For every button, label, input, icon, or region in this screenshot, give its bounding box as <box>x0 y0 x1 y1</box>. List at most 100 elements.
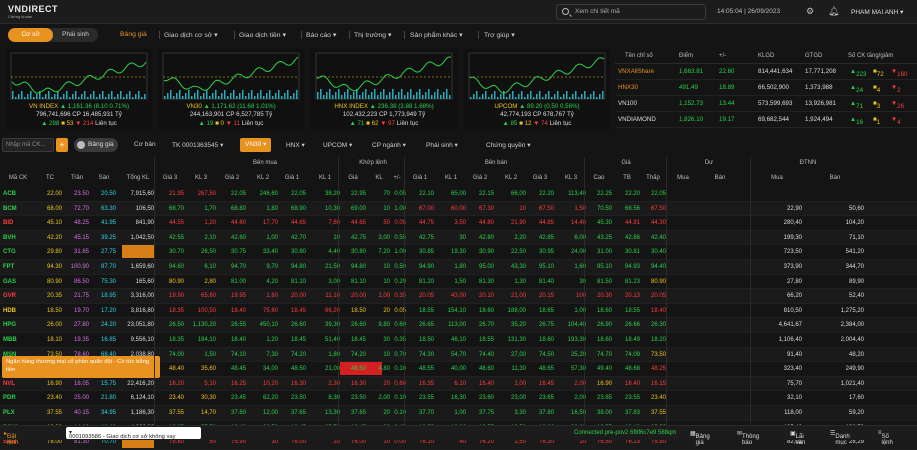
user-menu[interactable]: PHAM MAI ANH ▾ <box>851 8 903 16</box>
footer-so-lenh[interactable]: ≡ Số lệnh <box>878 430 893 446</box>
table-row[interactable]: BVH 42.20 45.15 39.25 1,042,50 42.55 2,10 42.60… <box>0 230 917 246</box>
column-header[interactable]: KL <box>368 175 390 181</box>
table-row[interactable]: GAS 80.90 86.50 75.30 165,60 80.90 2,80 81.00 4,… <box>0 275 917 290</box>
column-header[interactable]: Giá 3 <box>526 175 554 181</box>
account-select[interactable]: 0001093586 - Giao dịch cơ sở không vay ▾ <box>66 427 201 440</box>
table-row[interactable]: PDR 23.40 25.00 21.80 6,124,10 23.40 30,30 23.4… <box>0 391 917 406</box>
column-header[interactable]: KL 2 <box>248 175 278 181</box>
table-row[interactable]: GVR 20.35 21.75 18.95 3,316,00 19.90 65,60 19.9… <box>0 289 917 304</box>
column-header[interactable]: TC <box>38 175 62 181</box>
column-header[interactable]: Giá 2 <box>218 175 246 181</box>
cell: 44.60 <box>230 220 246 227</box>
menu-thi-truong[interactable]: Thị trường ▾ <box>354 31 391 39</box>
column-header[interactable]: KL 3 <box>186 175 216 181</box>
symbol-cell[interactable]: FPT <box>3 264 33 270</box>
menu-bang-gia[interactable]: Bảng giá <box>120 31 147 38</box>
table-row[interactable]: HPG 26.00 27.80 24.20 23,051,80 26.50 1,130,20… <box>0 318 917 333</box>
tab-co-ban[interactable]: Cơ bản <box>134 141 156 148</box>
symbol-cell[interactable]: HDB <box>3 308 33 314</box>
symbol-cell[interactable]: CTG <box>3 249 33 255</box>
search-input[interactable]: Xem chi tiết mã <box>556 4 706 20</box>
column-header[interactable]: Giá 1 <box>406 175 434 181</box>
market-switch[interactable]: Cơ sở Phái sinh <box>8 28 98 42</box>
index-chart-0[interactable]: VN INDEX ▲ 1,161.36 (8.10 0.71%) 796,741… <box>6 49 152 131</box>
board-toggle[interactable]: Bảng giá <box>74 138 118 152</box>
tab-upcom[interactable]: UPCOM ▾ <box>323 141 352 149</box>
column-header[interactable]: Sàn <box>92 175 116 181</box>
cell: 34,00 <box>262 366 278 373</box>
tab-phai-sinh[interactable]: Phái sinh <box>53 28 98 42</box>
cell: 18.60 <box>596 307 612 314</box>
place-order-button[interactable]: ▸ Đặt lệnh <box>4 430 18 446</box>
table-row[interactable]: CTG 29.80 31.85 27.75 30.70 26,50 30.75 33,40 30… <box>0 245 917 260</box>
menu-giao-dich-co-so[interactable]: Giao dịch cơ sở ▾ <box>164 31 218 39</box>
column-header[interactable]: KL 2 <box>496 175 526 181</box>
column-header[interactable]: KL 1 <box>310 175 340 181</box>
table-row[interactable]: ACB 22.00 23.50 20.50 7,915,60 21.95 267,50 22.… <box>0 187 917 202</box>
column-header[interactable]: KL 1 <box>436 175 466 181</box>
symbol-cell[interactable]: HPG <box>3 322 33 328</box>
tab-chung-quyen[interactable]: Chứng quyền ▾ <box>486 141 530 149</box>
column-header[interactable]: Mua <box>668 175 698 181</box>
table-row[interactable]: HDB 18.50 19.70 17.20 3,816,80 18.35 100,50 18.… <box>0 304 917 319</box>
column-header[interactable]: Giá 3 <box>156 175 184 181</box>
index-row[interactable]: HNX30 491.49 18.89 66,502,900 1,373,988 … <box>615 81 917 96</box>
symbol-cell[interactable]: GAS <box>3 279 33 285</box>
tab-co-so[interactable]: Cơ sở <box>8 28 53 42</box>
column-header[interactable]: Cao <box>586 175 612 181</box>
index-row[interactable]: VNXAllShare 1,663.81 22.60 814,441,634 1… <box>615 65 917 80</box>
gear-icon[interactable]: ⚙ <box>806 7 814 16</box>
table-row[interactable]: NVL 16.90 18.05 15.75 22,416,20 16.20 5,10 16.2… <box>0 376 917 392</box>
column-header[interactable]: Bán <box>806 175 864 181</box>
tab-hnx[interactable]: HNX ▾ <box>286 141 305 149</box>
symbol-cell[interactable]: PDR <box>3 395 33 401</box>
menu-san-pham-khac[interactable]: Sản phẩm khác ▾ <box>410 31 463 39</box>
column-header[interactable]: TB <box>614 175 640 181</box>
symbol-cell[interactable]: BCM <box>3 206 33 212</box>
menu-bao-cao[interactable]: Báo cáo ▾ <box>306 31 336 39</box>
column-header[interactable]: Trần <box>65 175 89 181</box>
logo[interactable]: VNDIRECT Chứng khoán <box>8 4 58 19</box>
symbol-cell[interactable]: NVL <box>3 381 33 387</box>
add-symbol-button[interactable]: + <box>56 138 68 152</box>
column-header[interactable]: KL 3 <box>556 175 586 181</box>
symbol-cell[interactable]: BID <box>3 220 33 226</box>
symbol-cell[interactable]: ACB <box>3 191 33 197</box>
footer-bang-gia[interactable]: ▦ Bảng giá <box>690 430 710 446</box>
column-header[interactable]: Tổng KL <box>122 175 154 181</box>
footer-lai-san[interactable]: ▣ Lãi sàn <box>790 430 805 446</box>
index-chart-1[interactable]: VN30 ▲ 1,171.62 (11.68 1.01%) 244,163,90… <box>158 49 304 131</box>
tab-cp-nganh[interactable]: CP ngành ▾ <box>372 141 406 149</box>
tab-phai-sinh-board[interactable]: Phái sinh ▾ <box>426 141 458 149</box>
index-row[interactable]: VNDIAMOND 1,826.10 19.17 69,682,544 1,92… <box>615 113 917 128</box>
table-row[interactable]: PLX 37.55 40.15 34.95 1,186,30 37.55 14,70 37.6… <box>0 406 917 421</box>
column-header[interactable]: Giá 2 <box>466 175 494 181</box>
cell: 48.60 <box>478 366 494 373</box>
menu-tro-giup[interactable]: Trợ giúp ▾ <box>484 31 515 39</box>
menu-giao-dich-tien[interactable]: Giao dịch tiền ▾ <box>239 31 286 39</box>
symbol-cell[interactable]: BVH <box>3 235 33 241</box>
symbol-cell[interactable]: MBB <box>3 337 33 343</box>
column-header[interactable]: Bán <box>700 175 740 181</box>
index-row[interactable]: VN100 1,152.73 13.44 573,599,693 13,926,… <box>615 97 917 112</box>
tab-vn30[interactable]: VN30 ▾ <box>240 138 272 152</box>
symbol-cell[interactable]: PLX <box>3 410 33 416</box>
tab-account[interactable]: TK 0001363545 ▾ <box>172 141 223 149</box>
symbol-cell[interactable]: GVR <box>3 293 33 299</box>
table-row[interactable]: MBB 18.10 19.35 16.85 9,556,10 18.35 184,10 18.… <box>0 333 917 348</box>
column-header[interactable]: Giá <box>340 175 366 181</box>
footer-danh-muc[interactable]: ☰ Danh mục <box>830 430 850 446</box>
table-row[interactable]: FPT 94.30 100.90 87.70 1,659,60 94.60 6,10 94.7… <box>0 260 917 275</box>
symbol-input[interactable]: Nhập mã CK... <box>2 138 54 152</box>
column-header[interactable]: Thấp <box>640 175 666 181</box>
column-header[interactable]: Mua <box>752 175 802 181</box>
column-header[interactable]: Mã CK <box>3 175 33 181</box>
table-row[interactable]: BCM 68.00 72.70 63.30 106,50 68.70 1,70 68.80 1,… <box>0 201 917 217</box>
table-row[interactable]: BID 45.10 48.25 41.95 841,90 44.55 1,20 44.60 17… <box>0 216 917 231</box>
column-header[interactable]: Giá 1 <box>278 175 306 181</box>
bell-icon[interactable]: 🔔︎ <box>828 7 839 16</box>
footer-thong-bao[interactable]: ✉ Thông báo <box>737 430 759 446</box>
cell: 38.00 <box>596 410 612 416</box>
index-chart-3[interactable]: UPCOM ▲ 89.20 (0.50 0.56%) 42,774,193 CP… <box>464 49 610 131</box>
index-chart-2[interactable]: HNX INDEX ▲ 236.38 (3.88 1.68%) 102,432,… <box>311 49 457 131</box>
